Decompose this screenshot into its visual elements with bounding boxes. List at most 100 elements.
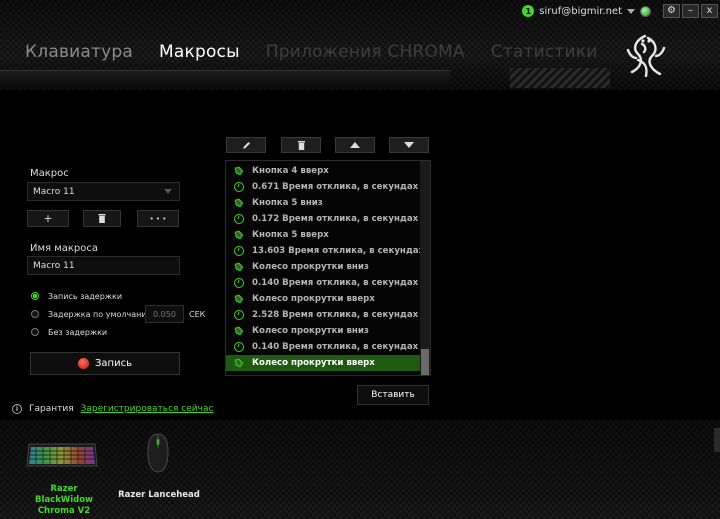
- event-list-item-label: Колесо прокрутки вверх: [252, 294, 375, 304]
- macro-name-label: Имя макроса: [30, 243, 99, 254]
- event-list-item-label: Кнопка 5 вниз: [252, 198, 323, 208]
- account-name[interactable]: siruf@bigmir.net: [539, 6, 622, 17]
- radio-no-delay[interactable]: [31, 328, 39, 336]
- device-lancehead-label[interactable]: Razer Lancehead: [118, 490, 200, 501]
- event-list-item-label: Кнопка 5 вверх: [252, 230, 329, 240]
- event-list-item[interactable]: Колесо прокрутки вверх: [226, 355, 420, 371]
- device-lancehead-line1: Razer Lancehead: [118, 490, 200, 500]
- header-stripe-pattern: [510, 68, 610, 88]
- event-list-item-label: 2.528 Время отклика, в секундах: [252, 310, 419, 320]
- device-bar: [0, 420, 720, 519]
- clock-icon: [234, 214, 244, 224]
- record-button[interactable]: Запись: [30, 352, 180, 375]
- event-list-item[interactable]: Кнопка 5 вниз: [226, 195, 420, 211]
- tab-stats[interactable]: Статистики: [491, 42, 598, 62]
- move-up-button[interactable]: [335, 137, 375, 153]
- macro-select[interactable]: Macro 11: [27, 182, 180, 201]
- mouse-icon: [234, 262, 244, 272]
- event-list-item[interactable]: 0.671 Время отклика, в секундах: [226, 179, 420, 195]
- event-list-item[interactable]: Колесо прокрутки вниз: [226, 259, 420, 275]
- register-link[interactable]: Зарегистрироваться сейчас: [81, 404, 214, 414]
- event-list-item[interactable]: Кнопка 5 вверх: [226, 227, 420, 243]
- device-blackwidow-line2: Chroma V2: [37, 506, 91, 516]
- pencil-icon: [242, 141, 250, 149]
- event-list-item[interactable]: 13.603 Время отклика, в секундах: [226, 243, 424, 259]
- arrow-down-icon: [404, 142, 414, 148]
- event-list-item[interactable]: 0.140 Время отклика, в секундах: [226, 275, 420, 291]
- event-list-item-label: Колесо прокрутки вверх: [252, 358, 375, 368]
- more-icon: • • •: [149, 214, 167, 223]
- settings-button[interactable]: ⚙: [663, 4, 680, 18]
- event-list-item-label: Колесо прокрутки вниз: [252, 326, 369, 336]
- more-options-button[interactable]: • • •: [137, 210, 179, 227]
- list-scrollbar[interactable]: [420, 161, 430, 375]
- clock-icon: [234, 246, 244, 256]
- device-blackwidow-label[interactable]: Razer BlackWidow Chroma V2: [22, 484, 106, 517]
- event-list-item[interactable]: 2.528 Время отклика, в секундах: [226, 307, 420, 323]
- macro-select-value: Macro 11: [33, 186, 75, 197]
- device-bar-shade: [0, 420, 720, 519]
- header-stripe: [0, 70, 450, 88]
- event-list-item[interactable]: Кнопка 4 вверх: [226, 163, 420, 179]
- clock-icon: [234, 278, 244, 288]
- clock-icon: [234, 182, 244, 192]
- clock-icon: [234, 342, 244, 352]
- razer-logo-icon: [626, 34, 666, 78]
- top-header: 1 siruf@bigmir.net ⚙ – x Клавиатура Макр…: [0, 0, 720, 90]
- keyboard-device-icon[interactable]: [26, 440, 98, 470]
- device-bar-scrollbar[interactable]: [714, 428, 720, 452]
- notification-badge[interactable]: 1: [522, 5, 535, 17]
- macro-event-list[interactable]: Кнопка 4 вверх 0.671 Время отклика, в сек…: [225, 160, 431, 376]
- account-dropdown-icon[interactable]: [627, 8, 635, 14]
- record-label: Запись: [95, 358, 132, 369]
- info-icon: i: [12, 404, 22, 414]
- add-macro-button[interactable]: +: [27, 210, 69, 227]
- online-status-icon: [640, 5, 651, 17]
- mouse-icon: [234, 230, 244, 240]
- default-delay-input[interactable]: 0.050: [145, 305, 184, 323]
- event-list-item[interactable]: 0.140 Время отклика, в секундах: [226, 339, 420, 355]
- warranty-label: Гарантия: [29, 404, 74, 414]
- delay-unit-label: СЕК: [189, 310, 206, 319]
- radio-record-delay-label: Запись задержки: [48, 292, 123, 301]
- radio-default-delay-label: Задержка по умолчанию: [48, 310, 154, 319]
- minimize-button[interactable]: –: [682, 4, 699, 18]
- mouse-icon: [234, 358, 244, 368]
- record-icon: [78, 358, 90, 369]
- trash-icon: [98, 214, 106, 223]
- event-list-item[interactable]: Колесо прокрутки вниз: [226, 323, 420, 339]
- event-list-item-label: 0.140 Время отклика, в секундах: [252, 342, 419, 352]
- edit-event-button[interactable]: [226, 137, 266, 153]
- radio-no-delay-label: Без задержки: [48, 328, 108, 337]
- macro-name-input[interactable]: Macro 11: [27, 256, 180, 275]
- radio-default-delay[interactable]: [31, 310, 39, 318]
- mouse-icon: [234, 166, 244, 176]
- plus-icon: +: [43, 212, 53, 225]
- event-list-item-label: 0.671 Время отклика, в секундах: [252, 182, 419, 192]
- delete-macro-button[interactable]: [83, 210, 121, 227]
- delete-event-button[interactable]: [281, 137, 321, 153]
- chevron-down-icon[interactable]: [164, 189, 172, 194]
- macro-label: Макрос: [30, 168, 69, 179]
- device-blackwidow-line1: Razer BlackWidow: [35, 484, 93, 505]
- title-bar: 1 siruf@bigmir.net ⚙ – x: [522, 0, 720, 22]
- warranty-row: i Гарантия Зарегистрироваться сейчас: [12, 404, 213, 414]
- event-list-item[interactable]: 0.172 Время отклика, в секундах: [226, 211, 420, 227]
- insert-button[interactable]: Вставить: [357, 385, 429, 405]
- event-list-item-label: 0.140 Время отклика, в секундах: [252, 278, 419, 288]
- event-list-item-label: Кнопка 4 вверх: [252, 166, 329, 176]
- close-button[interactable]: x: [701, 4, 718, 18]
- mouse-icon: [234, 326, 244, 336]
- event-list-item-label: 13.603 Время отклика, в секундах: [252, 246, 425, 256]
- mouse-device-icon[interactable]: [145, 432, 171, 474]
- radio-record-delay[interactable]: [31, 292, 39, 300]
- tab-chroma-apps[interactable]: Приложения CHROMA: [266, 42, 465, 62]
- move-down-button[interactable]: [389, 137, 429, 153]
- tab-macros[interactable]: Макросы: [159, 42, 240, 62]
- arrow-up-icon: [350, 142, 360, 148]
- tab-keyboard[interactable]: Клавиатура: [25, 42, 133, 62]
- event-list-item[interactable]: Колесо прокрутки вверх: [226, 291, 420, 307]
- main-tabs: Клавиатура Макросы Приложения CHROMA Ста…: [25, 42, 624, 62]
- list-scrollbar-thumb[interactable]: [421, 349, 429, 375]
- event-list-item-label: 0.172 Время отклика, в секундах: [252, 214, 419, 224]
